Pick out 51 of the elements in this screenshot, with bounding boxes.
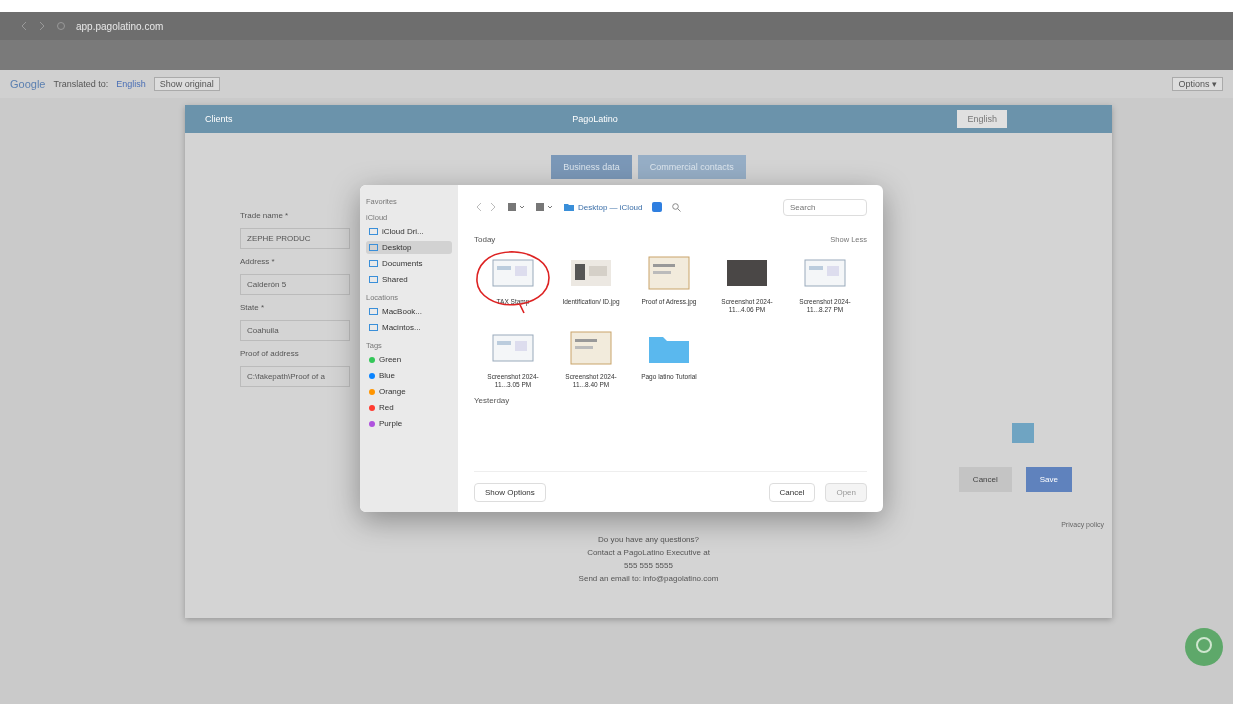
- expand-icon[interactable]: [652, 202, 663, 212]
- field-label: Proof of address: [240, 349, 299, 358]
- sidebar-item[interactable]: Desktop: [366, 241, 452, 254]
- back-forward-icon[interactable]: [474, 202, 498, 212]
- show-original-button[interactable]: Show original: [153, 77, 220, 91]
- sidebar-item[interactable]: Macintos...: [366, 321, 452, 334]
- tag-item[interactable]: Blue: [366, 369, 452, 382]
- footer-text: 555 555 5555: [624, 561, 673, 570]
- translated-label: Translated to:: [53, 79, 109, 89]
- language-select[interactable]: English: [957, 110, 1007, 128]
- footer-text: Send an email to: info@pagolatino.com: [578, 574, 719, 583]
- chat-icon[interactable]: [1185, 628, 1223, 666]
- options-button[interactable]: Options ▾: [1172, 77, 1223, 91]
- field-label: State *: [240, 303, 264, 312]
- back-icon[interactable]: [20, 21, 28, 31]
- save-button[interactable]: Save: [1025, 467, 1072, 492]
- dialog-button[interactable]: Cancel: [768, 482, 816, 502]
- grid-view-icon[interactable]: [508, 202, 526, 212]
- header-title: Clients: [205, 114, 233, 124]
- group-view-icon[interactable]: [536, 202, 554, 212]
- forward-icon[interactable]: [38, 21, 46, 31]
- reload-icon[interactable]: [56, 21, 66, 31]
- search-field[interactable]: Search: [783, 198, 867, 216]
- field-label: Trade name *: [240, 211, 289, 220]
- tag-item[interactable]: Orange: [366, 385, 452, 398]
- sidebar-item[interactable]: Documents: [366, 257, 452, 270]
- file-thumbnail: [567, 328, 615, 367]
- search-icon: [672, 202, 682, 212]
- section-heading: Yesterday: [474, 395, 510, 405]
- upload-button[interactable]: [1012, 423, 1034, 443]
- input-field[interactable]: Coahuila: [240, 320, 350, 341]
- input-field[interactable]: Calderón 5: [240, 274, 350, 295]
- location-popup[interactable]: Desktop — iCloud: [578, 202, 643, 212]
- input-field[interactable]: ZEPHE PRODUC: [240, 228, 350, 249]
- cancel-button[interactable]: Cancel: [958, 467, 1012, 492]
- footer-text: Do you have any questions?: [598, 535, 699, 544]
- google-logo: Google: [10, 78, 46, 90]
- footer-text: Contact a PagoLatino Executive at: [587, 548, 710, 557]
- address-bar-url[interactable]: app.pagolatino.com: [76, 20, 164, 32]
- show-options-button[interactable]: Show Options: [474, 482, 546, 502]
- site-title: PagoLatino: [571, 114, 619, 124]
- sidebar-item[interactable]: iCloud Dri...: [366, 225, 452, 238]
- sidebar-item[interactable]: Shared: [366, 273, 452, 286]
- file-thumbnail: [645, 254, 693, 292]
- sidebar-item[interactable]: MacBook...: [366, 305, 452, 318]
- tag-item[interactable]: Green: [366, 353, 452, 366]
- field-label: Address *: [240, 257, 275, 266]
- tag-item[interactable]: Red: [366, 401, 452, 414]
- section-heading: Today: [474, 235, 496, 244]
- input-field[interactable]: C:\fakepath\Proof of a: [240, 366, 350, 387]
- tag-item[interactable]: Purple: [366, 417, 452, 430]
